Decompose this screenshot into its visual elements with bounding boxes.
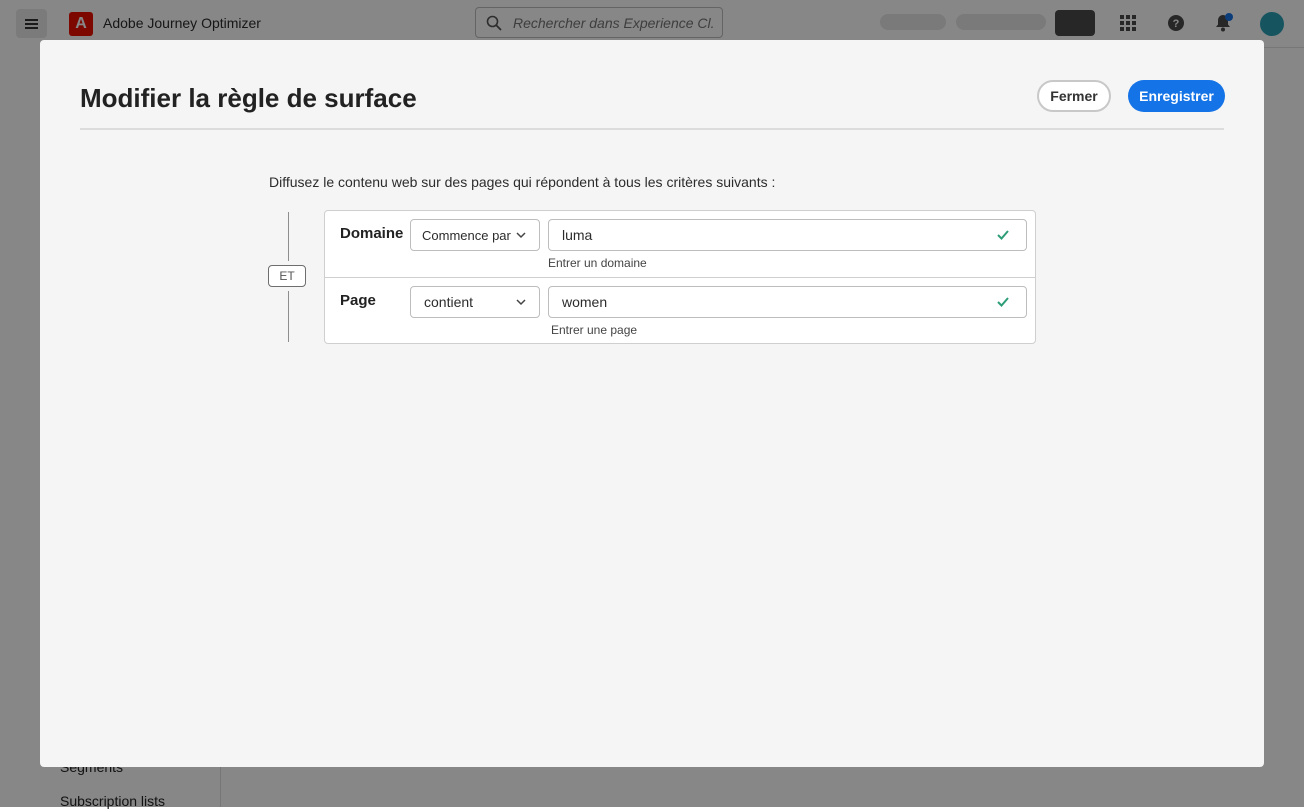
- chevron-down-icon: [516, 299, 526, 306]
- connector-line-top: [288, 212, 289, 261]
- rule-instruction: Diffusez le contenu web sur des pages qu…: [269, 174, 776, 190]
- condition-select-domain[interactable]: Commence par: [410, 219, 540, 251]
- rules-container: Domaine Commence par Entrer un domaine P…: [324, 210, 1036, 344]
- rule-row-page: Page contient Entrer une page: [325, 277, 1035, 344]
- condition-value: Commence par: [422, 227, 511, 243]
- edit-surface-rule-dialog: Modifier la règle de surface Fermer Enre…: [40, 40, 1264, 767]
- checkmark-icon: [997, 297, 1009, 307]
- checkmark-icon: [997, 230, 1009, 240]
- domain-field[interactable]: [548, 219, 1027, 251]
- condition-select-page[interactable]: contient: [410, 286, 540, 318]
- condition-value: contient: [424, 294, 474, 310]
- rule-label-page: Page: [340, 292, 376, 309]
- chevron-down-icon: [516, 232, 526, 239]
- connector-line-bottom: [288, 291, 289, 342]
- save-button[interactable]: Enregistrer: [1128, 80, 1225, 112]
- operator-badge: ET: [268, 265, 306, 287]
- rule-label-domain: Domaine: [340, 225, 404, 242]
- rule-row-domain: Domaine Commence par Entrer un domaine: [325, 211, 1035, 277]
- close-button[interactable]: Fermer: [1037, 80, 1111, 112]
- domain-input[interactable]: [560, 226, 996, 244]
- page-field[interactable]: [548, 286, 1027, 318]
- domain-helper-text: Entrer un domaine: [548, 256, 647, 270]
- page-input[interactable]: [560, 293, 996, 311]
- header-divider: [80, 128, 1224, 130]
- page-helper-text: Entrer une page: [551, 323, 638, 337]
- dialog-title: Modifier la règle de surface: [80, 83, 417, 113]
